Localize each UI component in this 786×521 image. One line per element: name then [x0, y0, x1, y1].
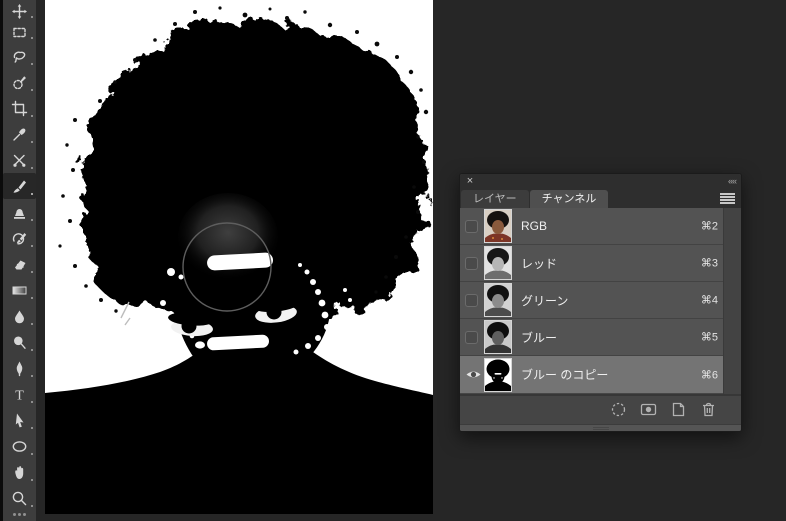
panel-footer — [460, 394, 741, 431]
save-selection-as-channel-icon[interactable] — [640, 401, 657, 418]
panel-titlebar: × «« — [460, 174, 741, 188]
tab-channels[interactable]: チャンネル — [529, 190, 609, 208]
clone-stamp-tool-icon[interactable] — [3, 199, 36, 225]
toolbar-overflow-dots[interactable] — [12, 513, 27, 516]
close-icon[interactable]: × — [464, 174, 476, 188]
channel-row-green[interactable]: グリーン ⌘4 — [460, 282, 725, 319]
dodge-tool-icon[interactable] — [3, 329, 36, 355]
visibility-toggle[interactable] — [465, 330, 478, 344]
delete-channel-icon[interactable] — [700, 401, 717, 418]
channel-thumbnail[interactable] — [484, 357, 512, 392]
channel-label: ブルー のコピー — [521, 368, 609, 382]
panel-resize-bar[interactable] — [460, 424, 741, 431]
eyedropper-tool-icon[interactable] — [3, 121, 36, 147]
channel-list: RGB ⌘2 レッド ⌘3 グリーン ⌘4 ブルー ⌘5 ブルー のコピー ⌘6 — [460, 208, 741, 394]
channel-row-red[interactable]: レッド ⌘3 — [460, 245, 725, 282]
type-tool-icon[interactable]: T — [3, 381, 36, 407]
history-brush-tool-icon[interactable] — [3, 225, 36, 251]
tool-palette: T — [0, 0, 36, 521]
ellipse-tool-icon[interactable] — [3, 433, 36, 459]
channel-label: レッド — [521, 256, 558, 271]
channel-row-blue-copy[interactable]: ブルー のコピー ⌘6 — [460, 356, 725, 393]
panel-tab-row: レイヤー チャンネル — [460, 188, 741, 208]
channel-shortcut: ⌘6 — [700, 369, 718, 381]
channel-label: グリーン — [521, 293, 569, 308]
channel-shortcut: ⌘5 — [700, 331, 718, 344]
collapse-panel-icon[interactable]: «« — [728, 174, 737, 188]
channels-panel: × «« レイヤー チャンネル RGB ⌘2 レッド ⌘3 グリーン ⌘4 ブル… — [459, 173, 742, 432]
channel-thumbnail[interactable] — [484, 320, 512, 354]
path-selection-tool-icon[interactable] — [3, 407, 36, 433]
blur-tool-icon[interactable] — [3, 303, 36, 329]
panel-scrollbar[interactable] — [723, 208, 741, 394]
document-artwork — [45, 0, 433, 514]
channel-label: ブルー — [521, 330, 558, 345]
channel-shortcut: ⌘4 — [700, 294, 718, 307]
eraser-tool-icon[interactable] — [3, 251, 36, 277]
channel-shortcut: ⌘2 — [700, 220, 718, 233]
visibility-toggle[interactable] — [465, 219, 478, 233]
channel-row-rgb[interactable]: RGB ⌘2 — [460, 208, 725, 245]
document-canvas[interactable] — [45, 0, 433, 514]
panel-menu-icon[interactable] — [720, 193, 735, 204]
visibility-eye-icon[interactable] — [465, 368, 482, 381]
tab-layers[interactable]: レイヤー — [461, 190, 529, 208]
marquee-tool-icon[interactable] — [3, 22, 36, 43]
pen-tool-icon[interactable] — [3, 355, 36, 381]
channel-row-blue[interactable]: ブルー ⌘5 — [460, 319, 725, 356]
visibility-toggle[interactable] — [465, 293, 478, 307]
quick-selection-tool-icon[interactable] — [3, 69, 36, 95]
brush-tool-icon[interactable] — [3, 173, 36, 199]
channel-thumbnail[interactable] — [484, 209, 512, 243]
new-channel-icon[interactable] — [670, 401, 687, 418]
visibility-toggle[interactable] — [465, 256, 478, 270]
load-channel-as-selection-icon[interactable] — [610, 401, 627, 418]
channel-thumbnail[interactable] — [484, 246, 512, 280]
channel-thumbnail[interactable] — [484, 283, 512, 317]
zoom-tool-icon[interactable] — [3, 485, 36, 511]
crop-tool-icon[interactable] — [3, 95, 36, 121]
healing-brush-tool-icon[interactable] — [3, 147, 36, 173]
gradient-tool-icon[interactable] — [3, 277, 36, 303]
channel-label: RGB — [521, 219, 548, 233]
hand-tool-icon[interactable] — [3, 459, 36, 485]
lasso-tool-icon[interactable] — [3, 43, 36, 69]
svg-text:T: T — [15, 388, 24, 403]
move-tool-icon[interactable] — [3, 1, 36, 22]
channel-shortcut: ⌘3 — [700, 257, 718, 270]
